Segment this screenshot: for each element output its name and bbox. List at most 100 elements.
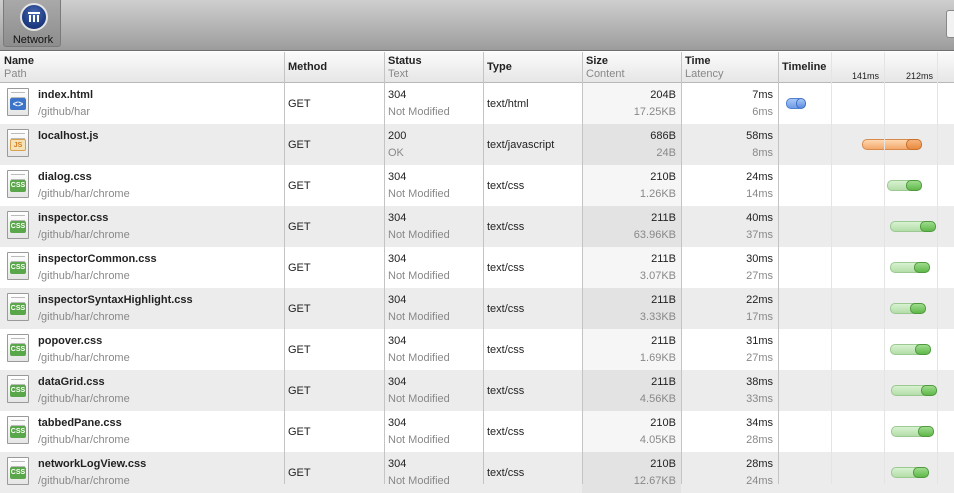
column-divider[interactable] [778, 52, 779, 484]
request-row[interactable]: CSS dataGrid.css /github/har/chrome GET … [0, 370, 954, 411]
status-code: 304 [388, 212, 407, 224]
column-divider[interactable] [284, 52, 285, 484]
mime-type: text/css [487, 303, 525, 315]
mime-type: text/javascript [487, 139, 555, 151]
status-text: Not Modified [388, 434, 450, 446]
column-divider[interactable] [681, 52, 682, 484]
css-file-icon: CSS [7, 457, 29, 485]
request-row[interactable]: CSS dialog.css /github/har/chrome GET 30… [0, 165, 954, 206]
timeline-gridline [831, 52, 832, 484]
status-code: 200 [388, 130, 407, 142]
request-row[interactable]: CSS tabbedPane.css /github/har/chrome GE… [0, 411, 954, 452]
request-row[interactable]: JS localhost.js GET 200 OK text/javascri… [0, 124, 954, 165]
type-column-header[interactable]: Type [483, 52, 582, 83]
request-path: /github/har/chrome [38, 229, 130, 241]
request-method: GET [288, 467, 311, 479]
latency-time: 8ms [752, 147, 773, 159]
request-method: GET [288, 262, 311, 274]
network-panel-button[interactable]: Network [3, 0, 61, 47]
request-method: GET [288, 180, 311, 192]
total-time: 58ms [746, 130, 773, 142]
transfer-size: 210B [650, 417, 676, 429]
timeline-receive-segment [913, 467, 929, 478]
request-method: GET [288, 303, 311, 315]
request-method: GET [288, 385, 311, 397]
request-path: /github/har/chrome [38, 352, 130, 364]
content-size: 4.05KB [639, 434, 676, 446]
transfer-size: 210B [650, 171, 676, 183]
time-header-title: Time [685, 55, 711, 67]
css-file-icon: CSS [7, 293, 29, 321]
status-code: 304 [388, 376, 407, 388]
css-file-icon: CSS [7, 211, 29, 239]
mime-type: text/css [487, 180, 525, 192]
column-header-row: Name Path Method Status Text Type Size C… [0, 52, 954, 83]
request-method: GET [288, 426, 311, 438]
name-column-header[interactable]: Name Path [0, 52, 284, 83]
status-text: Not Modified [388, 188, 450, 200]
search-field-edge[interactable] [946, 10, 954, 38]
method-column-header[interactable]: Method [284, 52, 384, 83]
request-row[interactable]: CSS popover.css /github/har/chrome GET 3… [0, 329, 954, 370]
css-file-icon: CSS [7, 375, 29, 403]
css-file-icon: CSS [7, 252, 29, 280]
timeline-gridline [884, 52, 885, 484]
css-file-icon: CSS [7, 416, 29, 444]
content-size: 1.69KB [639, 352, 676, 364]
request-path: /github/har/chrome [38, 188, 130, 200]
status-code: 304 [388, 253, 407, 265]
mime-type: text/css [487, 467, 525, 479]
latency-time: 27ms [746, 352, 773, 364]
total-time: 28ms [746, 458, 773, 470]
column-divider[interactable] [384, 52, 385, 484]
content-size: 17.25KB [633, 106, 676, 118]
request-name: networkLogView.css [38, 458, 147, 470]
request-name: dataGrid.css [38, 376, 105, 388]
request-method: GET [288, 98, 311, 110]
request-name: inspector.css [38, 212, 109, 224]
request-row[interactable]: CSS inspectorCommon.css /github/har/chro… [0, 247, 954, 288]
content-size: 24B [656, 147, 676, 159]
text-header-sub: Text [388, 68, 409, 80]
timeline-receive-segment [920, 221, 936, 232]
status-code: 304 [388, 417, 407, 429]
request-row[interactable]: CSS networkLogView.css /github/har/chrom… [0, 452, 954, 493]
request-path: /github/har/chrome [38, 270, 130, 282]
timeline-tick-label: 141ms [852, 71, 880, 81]
status-code: 304 [388, 335, 407, 347]
time-column-header[interactable]: Time Latency [681, 52, 778, 83]
request-path: /github/har/chrome [38, 475, 130, 487]
status-text: Not Modified [388, 229, 450, 241]
status-text: Not Modified [388, 311, 450, 323]
latency-time: 33ms [746, 393, 773, 405]
column-divider[interactable] [483, 52, 484, 484]
total-time: 38ms [746, 376, 773, 388]
transfer-size: 211B [651, 376, 676, 388]
toolbar: Network [0, 0, 954, 51]
path-header-sub: Path [4, 68, 27, 80]
size-column-header[interactable]: Size Content [582, 52, 681, 83]
timeline-gridline [937, 52, 938, 484]
request-row[interactable]: <> index.html /github/har GET 304 Not Mo… [0, 83, 954, 124]
css-file-icon: CSS [7, 334, 29, 362]
transfer-size: 211B [651, 294, 676, 306]
timeline-receive-segment [906, 180, 922, 191]
latency-time: 27ms [746, 270, 773, 282]
timeline-column-header[interactable]: Timeline 141ms 212ms [778, 52, 954, 83]
total-time: 31ms [746, 335, 773, 347]
latency-time: 17ms [746, 311, 773, 323]
status-text: Not Modified [388, 475, 450, 487]
request-name: tabbedPane.css [38, 417, 122, 429]
request-row[interactable]: CSS inspectorSyntaxHighlight.css /github… [0, 288, 954, 329]
request-method: GET [288, 344, 311, 356]
request-row[interactable]: CSS inspector.css /github/har/chrome GET… [0, 206, 954, 247]
js-file-icon: JS [7, 129, 29, 157]
request-name: inspectorCommon.css [38, 253, 157, 265]
request-method: GET [288, 221, 311, 233]
status-code: 304 [388, 171, 407, 183]
request-path: /github/har/chrome [38, 434, 130, 446]
timeline-receive-segment [921, 385, 937, 396]
status-column-header[interactable]: Status Text [384, 52, 483, 83]
column-divider[interactable] [582, 52, 583, 484]
total-time: 24ms [746, 171, 773, 183]
